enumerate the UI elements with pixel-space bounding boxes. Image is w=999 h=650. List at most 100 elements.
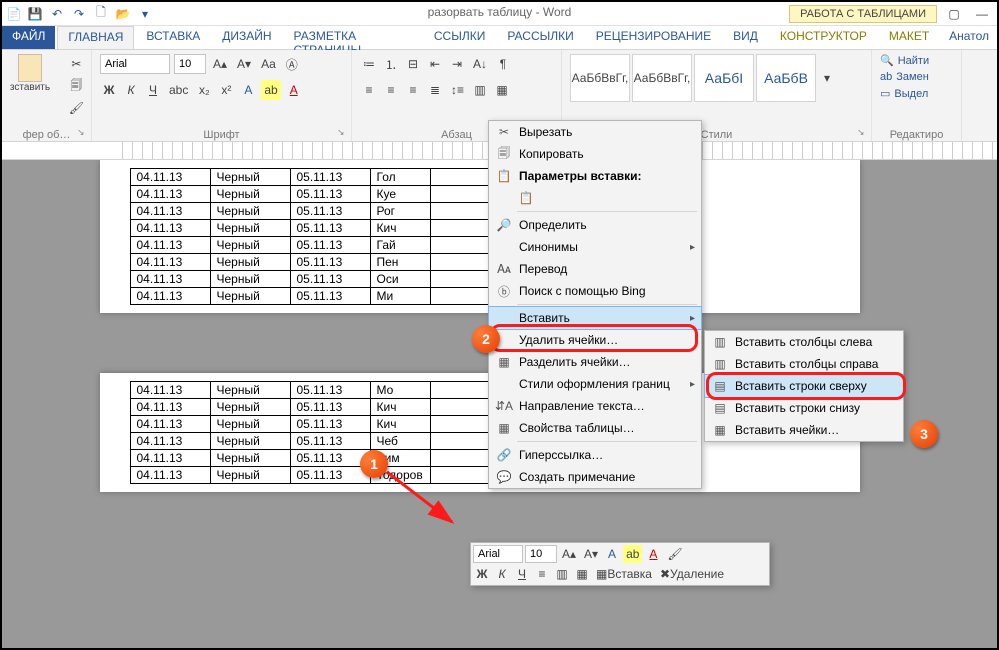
font-name-combo[interactable]: Arial [100, 54, 170, 74]
sort-icon[interactable]: A↓ [470, 54, 490, 74]
mt-delete-button[interactable]: ✖ Удаление [657, 565, 727, 583]
table-cell[interactable]: 05.11.13 [290, 271, 370, 288]
table-cell[interactable]: Рог [370, 203, 430, 220]
table-cell[interactable]: Черный [210, 254, 290, 271]
mt-font-size[interactable]: 10 [525, 545, 557, 563]
minimize-icon[interactable]: — [973, 4, 991, 24]
style-emphasis[interactable]: АаБбВвГг, [632, 54, 692, 102]
clipboard-launcher-icon[interactable]: ↘ [77, 127, 89, 139]
table-cell[interactable]: 04.11.13 [130, 169, 210, 186]
table-cell[interactable]: Черный [210, 416, 290, 433]
mt-increase-font-icon[interactable]: A▴ [559, 545, 579, 563]
save-icon[interactable]: 💾 [26, 6, 44, 22]
style-normal[interactable]: АаБбВвГг, [570, 54, 630, 102]
table-cell[interactable]: 04.11.13 [130, 467, 210, 484]
table-cell[interactable]: Черный [210, 220, 290, 237]
tab-table-layout[interactable]: МАКЕТ [879, 26, 939, 49]
ctx-cut[interactable]: ✂Вырезать [489, 121, 701, 143]
tab-references[interactable]: ССЫЛКИ [424, 26, 495, 49]
style-heading2[interactable]: АаБбВ [756, 54, 816, 102]
table-cell[interactable]: 04.11.13 [130, 399, 210, 416]
table-cell[interactable]: 04.11.13 [130, 450, 210, 467]
redo-icon[interactable]: ↷ [70, 6, 88, 22]
table-cell[interactable]: Пен [370, 254, 430, 271]
table-cell[interactable]: Кич [370, 399, 430, 416]
ctx-synonyms[interactable]: Синонимы▸ [489, 236, 701, 258]
tab-pagelayout[interactable]: РАЗМЕТКА СТРАНИЦЫ [284, 26, 422, 49]
font-launcher-icon[interactable]: ↘ [337, 127, 349, 139]
table-cell[interactable]: 05.11.13 [290, 467, 370, 484]
ctx-border-styles[interactable]: Стили оформления границ▸ [489, 373, 701, 395]
table-cell[interactable]: Черный [210, 186, 290, 203]
font-color-icon[interactable]: A [285, 80, 303, 100]
table-cell[interactable]: 05.11.13 [290, 237, 370, 254]
tab-table-design[interactable]: КОНСТРУКТОР [770, 26, 877, 49]
page-1[interactable]: 04.11.13Черный05.11.13Гол4987504.11.13Че… [100, 160, 860, 313]
mt-decrease-font-icon[interactable]: A▾ [581, 545, 601, 563]
table-cell[interactable]: 04.11.13 [130, 416, 210, 433]
sub-insert-cells[interactable]: ▦Вставить ячейки… [705, 419, 903, 441]
mt-align-icon[interactable]: ≡ [533, 565, 551, 583]
table-cell[interactable]: Черный [210, 399, 290, 416]
ctx-paste-option-keep[interactable]: 📋 [489, 187, 701, 209]
copy-icon[interactable]: 🗐 [67, 76, 85, 96]
table-cell[interactable]: 05.11.13 [290, 416, 370, 433]
table-cell[interactable]: 04.11.13 [130, 254, 210, 271]
table-cell[interactable]: Гай [370, 237, 430, 254]
ctx-translate[interactable]: 🗛Перевод [489, 258, 701, 280]
table-cell[interactable]: Черный [210, 203, 290, 220]
text-effects-icon[interactable]: A [239, 80, 257, 100]
mt-font-name[interactable]: Arial [473, 545, 523, 563]
ctx-insert[interactable]: Вставить▸ [488, 306, 702, 330]
ctx-delete-cells[interactable]: Удалить ячейки… [489, 329, 701, 351]
format-painter-icon[interactable]: 🖌 [66, 98, 87, 118]
ctx-define[interactable]: 🔎Определить [489, 214, 701, 236]
style-heading1[interactable]: АаБбІ [694, 54, 754, 102]
highlight-icon[interactable]: ab [261, 80, 280, 100]
change-case-icon[interactable]: Aa [258, 54, 279, 74]
multilevel-icon[interactable]: ⊟ [404, 54, 422, 74]
sub-insert-rows-above[interactable]: ▤Вставить строки сверху [704, 374, 904, 398]
increase-font-icon[interactable]: A▴ [210, 54, 230, 74]
table-cell[interactable]: 04.11.13 [130, 220, 210, 237]
superscript-button[interactable]: x² [217, 80, 235, 100]
tab-review[interactable]: РЕЦЕНЗИРОВАНИЕ [586, 26, 721, 49]
table-cell[interactable]: Оси [370, 271, 430, 288]
mt-highlight-icon[interactable]: ab [623, 545, 642, 563]
table-cell[interactable]: Черный [210, 382, 290, 399]
table-cell[interactable]: 04.11.13 [130, 382, 210, 399]
sub-insert-cols-right[interactable]: ▥Вставить столбцы справа [705, 353, 903, 375]
mt-italic-button[interactable]: К [493, 565, 511, 583]
table-cell[interactable]: Черный [210, 288, 290, 305]
increase-indent-icon[interactable]: ⇥ [448, 54, 466, 74]
styles-launcher-icon[interactable]: ↘ [857, 127, 869, 139]
tab-view[interactable]: ВИД [723, 26, 768, 49]
mt-font-color-icon[interactable]: A [644, 545, 662, 563]
table-cell[interactable]: Гол [370, 169, 430, 186]
table-cell[interactable]: Черный [210, 271, 290, 288]
table-cell[interactable]: 04.11.13 [130, 186, 210, 203]
qat-open-icon[interactable]: 📂 [114, 6, 132, 22]
styles-more-icon[interactable]: ▾ [818, 54, 836, 102]
ctx-copy[interactable]: 🗐Копировать [489, 143, 701, 165]
ctx-search-bing[interactable]: ⓑПоиск с помощью Bing [489, 280, 701, 302]
table-cell[interactable]: 05.11.13 [290, 203, 370, 220]
subscript-button[interactable]: x₂ [195, 80, 213, 100]
qat-new-icon[interactable]: 🗋 [92, 6, 110, 22]
table-cell[interactable]: 05.11.13 [290, 288, 370, 305]
table-cell[interactable]: 04.11.13 [130, 203, 210, 220]
tab-file[interactable]: ФАЙЛ [2, 26, 55, 49]
table-cell[interactable]: Чеб [370, 433, 430, 450]
table-cell[interactable]: Куе [370, 186, 430, 203]
mt-bold-button[interactable]: Ж [473, 565, 491, 583]
justify-icon[interactable]: ≣ [426, 80, 444, 100]
ctx-table-properties[interactable]: ▦Свойства таблицы… [489, 417, 701, 439]
sub-insert-rows-below[interactable]: ▤Вставить строки снизу [705, 397, 903, 419]
table-cell[interactable]: Черный [210, 433, 290, 450]
table-cell[interactable]: 05.11.13 [290, 433, 370, 450]
tab-design[interactable]: ДИЗАЙН [212, 26, 281, 49]
table-cell[interactable]: 05.11.13 [290, 254, 370, 271]
find-button[interactable]: 🔍Найти [880, 54, 953, 67]
align-right-icon[interactable]: ≡ [404, 80, 422, 100]
bullets-icon[interactable]: ≔ [360, 54, 378, 74]
